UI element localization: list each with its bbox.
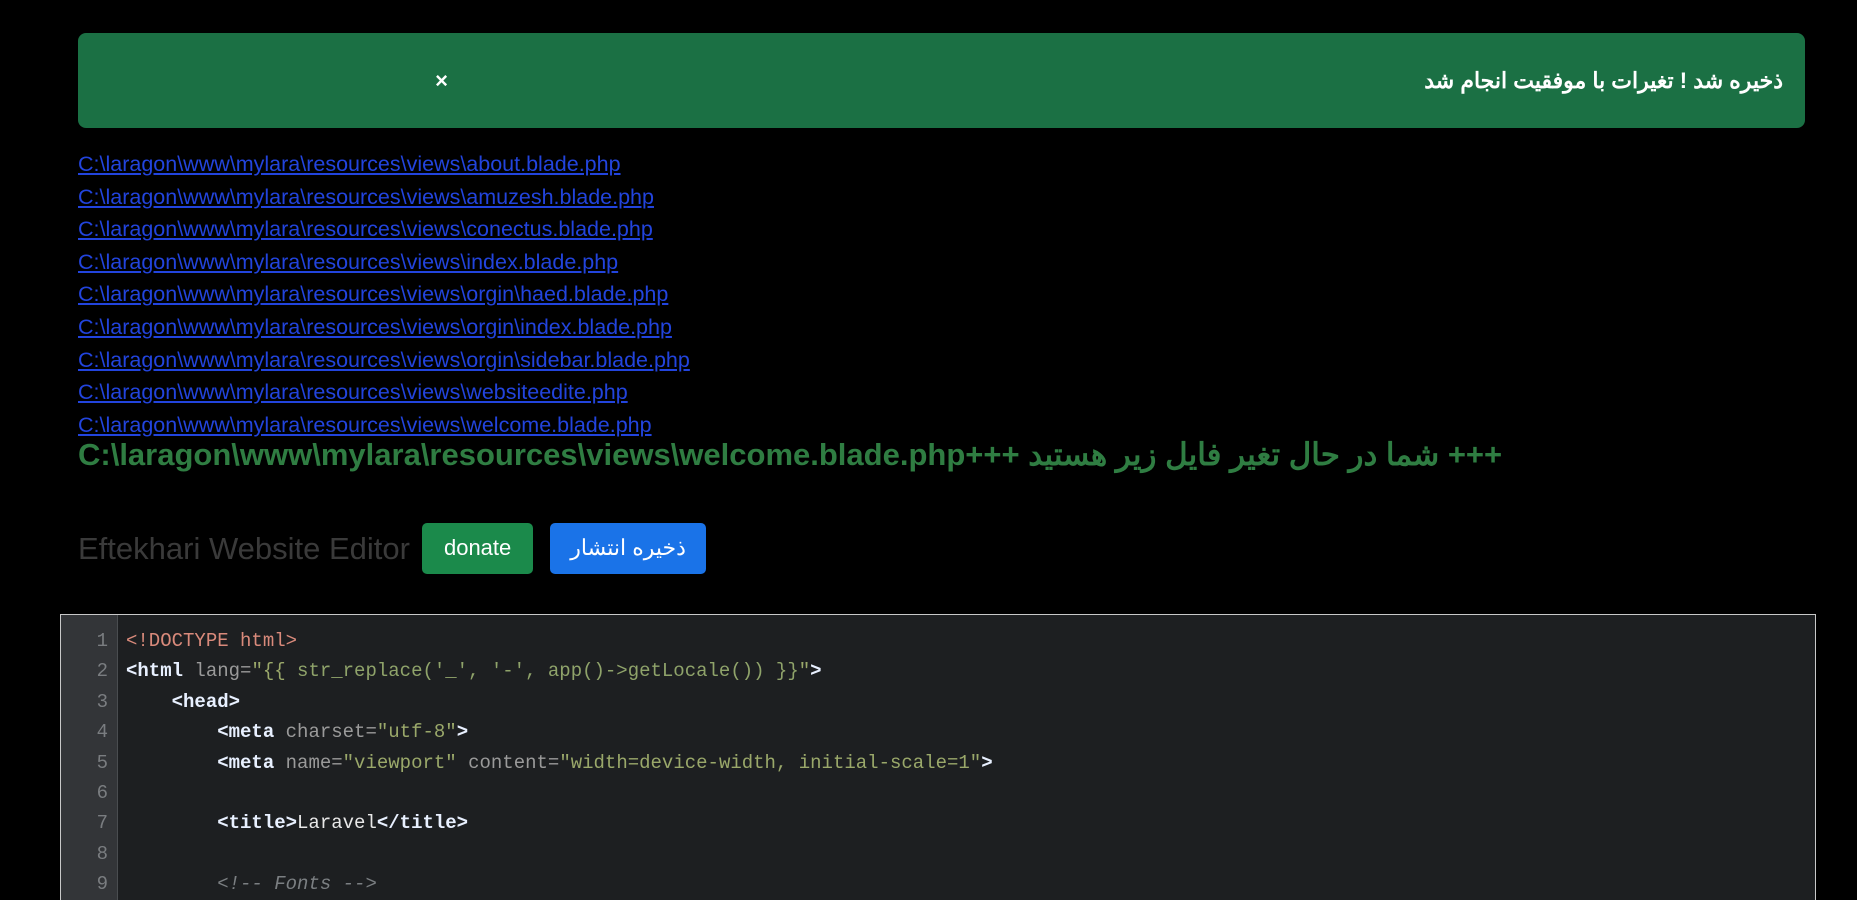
code-token-tag: <meta — [126, 721, 286, 744]
line-number-gutter: 1 2 3 4 5 6 7 8 9 — [61, 615, 118, 900]
code-token-tag: </title> — [376, 812, 469, 835]
code-token-comment: <!-- Fonts --> — [126, 873, 377, 896]
code-line: <!DOCTYPE html> — [126, 626, 1815, 656]
code-token-attr: charset= — [285, 721, 377, 744]
file-link[interactable]: C:\laragon\www\mylara\resources\views\am… — [78, 181, 1278, 214]
code-line: <head> — [126, 687, 1815, 717]
file-link[interactable]: C:\laragon\www\mylara\resources\views\or… — [78, 311, 1278, 344]
file-link[interactable]: C:\laragon\www\mylara\resources\views\we… — [78, 376, 1278, 409]
line-number: 5 — [96, 751, 108, 774]
code-line: <meta charset="utf-8"> — [126, 717, 1815, 747]
line-number: 4 — [96, 721, 108, 744]
code-line: <meta name="viewport" content="width=dev… — [126, 748, 1815, 778]
code-token-str: "{{ — [251, 660, 298, 683]
code-token-tag: > — [981, 751, 993, 774]
code-token-tag: > — [810, 660, 822, 683]
file-link[interactable]: C:\laragon\www\mylara\resources\views\in… — [78, 246, 1278, 279]
code-token-text: Laravel — [297, 812, 377, 835]
code-token-attr: name= — [285, 751, 343, 774]
code-token-tag: > — [456, 721, 469, 744]
line-number: 6 — [96, 782, 108, 805]
code-line: <!-- Fonts --> — [126, 869, 1815, 899]
code-token-str: " — [798, 660, 811, 683]
code-token-str: "width=device-width, initial-scale=1" — [559, 751, 982, 774]
code-token-attr: lang= — [194, 660, 252, 683]
editor-toolbar: Eftekhari Website Editor donate ذخیره ان… — [78, 522, 706, 574]
code-token-tag: <meta — [126, 751, 286, 774]
code-token-doctype: <!DOCTYPE html> — [126, 630, 298, 652]
code-token-attr: content= — [456, 751, 560, 774]
code-token-str: "viewport" — [342, 751, 457, 774]
current-file-heading: +++ شما در حال تغیر فایل زیر هستید +++C:… — [78, 437, 1503, 472]
code-token-tag: <html — [126, 660, 195, 683]
line-number: 8 — [96, 842, 108, 865]
code-token-expr: str_replace('_', '-', app()->getLocale()… — [297, 660, 799, 683]
file-link[interactable]: C:\laragon\www\mylara\resources\views\or… — [78, 278, 1278, 311]
line-number: 7 — [96, 812, 108, 835]
code-line: <html lang="{{ str_replace('_', '-', app… — [126, 656, 1815, 686]
line-number: 3 — [96, 690, 108, 713]
code-line: <title>Laravel</title> — [126, 808, 1815, 838]
donate-button[interactable]: donate — [421, 522, 534, 574]
code-area[interactable]: <!DOCTYPE html> <html lang="{{ str_replac… — [118, 615, 1815, 900]
code-token-str: "utf-8" — [376, 721, 457, 744]
code-token-tag: <head> — [126, 690, 241, 713]
line-number: 9 — [96, 873, 108, 896]
file-link[interactable]: C:\laragon\www\mylara\resources\views\ab… — [78, 148, 1278, 181]
file-link-list: C:\laragon\www\mylara\resources\views\ab… — [78, 148, 1278, 441]
file-link[interactable]: C:\laragon\www\mylara\resources\views\co… — [78, 213, 1278, 246]
success-alert: ذخیره شد ! تغیرات با موفقیت انجام شد × — [78, 33, 1805, 128]
line-number: 2 — [96, 660, 108, 683]
code-token-tag: <title> — [126, 812, 298, 835]
code-editor-inner: 1 2 3 4 5 6 7 8 9 <!DOCTYPE html> <html lang="{{ … — [61, 615, 1815, 900]
close-icon[interactable]: × — [435, 69, 448, 92]
line-number: 1 — [96, 630, 108, 652]
page-title: Eftekhari Website Editor — [78, 530, 410, 566]
alert-message: ذخیره شد ! تغیرات با موفقیت انجام شد — [1424, 67, 1783, 93]
file-link[interactable]: C:\laragon\www\mylara\resources\views\or… — [78, 344, 1278, 377]
publish-save-button[interactable]: ذخیره انتشار — [550, 522, 706, 574]
code-editor[interactable]: 1 2 3 4 5 6 7 8 9 <!DOCTYPE html> <html lang="{{ … — [60, 614, 1816, 900]
